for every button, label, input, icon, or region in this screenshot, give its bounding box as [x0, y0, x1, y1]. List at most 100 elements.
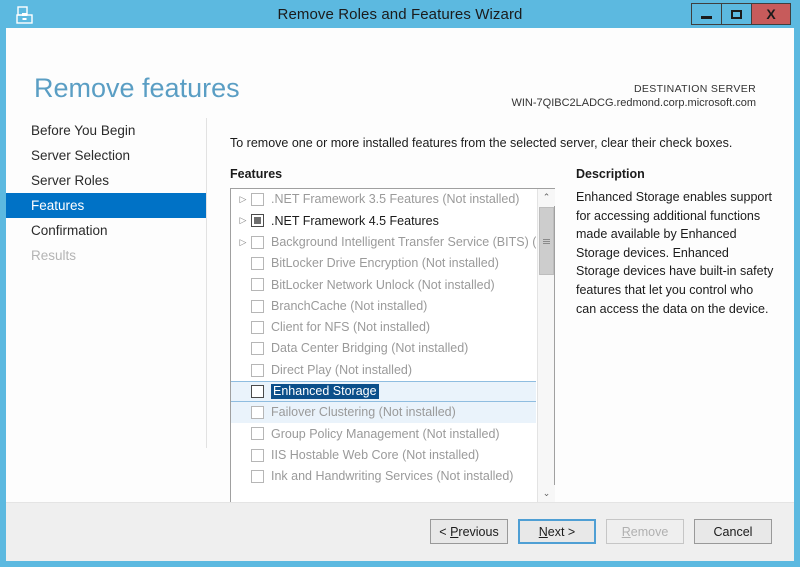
page-title: Remove features: [34, 73, 240, 103]
feature-row[interactable]: ▷ Ink and Handwriting Services (Not insta…: [231, 466, 536, 487]
previous-button[interactable]: < Previous: [430, 519, 508, 544]
feature-checkbox[interactable]: [251, 427, 264, 441]
next-button[interactable]: Next >: [518, 519, 596, 544]
feature-label: Failover Clustering (Not installed): [271, 405, 456, 420]
feature-checkbox[interactable]: [251, 342, 264, 356]
window-controls: X: [691, 3, 791, 25]
close-button[interactable]: X: [752, 4, 790, 24]
vertical-scroll-thumb[interactable]: [539, 207, 554, 275]
expander-spacer: ▷: [235, 451, 251, 460]
feature-label: Data Center Bridging (Not installed): [271, 341, 469, 356]
feature-label: IIS Hostable Web Core (Not installed): [271, 447, 480, 462]
server-manager-icon: [14, 4, 36, 26]
feature-label: .NET Framework 4.5 Features: [271, 213, 439, 228]
feature-label: BranchCache (Not installed): [271, 298, 428, 313]
expand-arrow-icon[interactable]: ▷: [235, 237, 251, 247]
feature-checkbox[interactable]: [251, 406, 264, 420]
sidebar-item-label: Results: [31, 248, 77, 263]
feature-label: Enhanced Storage: [271, 383, 379, 400]
feature-row[interactable]: ▷ Group Policy Management (Not installed): [231, 423, 536, 444]
description-label: Description: [576, 167, 645, 181]
page-header: Remove features DESTINATION SERVER WIN-7…: [6, 28, 794, 110]
wizard-footer: < Previous Next > Remove Cancel: [6, 502, 794, 561]
feature-checkbox[interactable]: [251, 448, 264, 462]
instruction-text: To remove one or more installed features…: [230, 136, 733, 150]
feature-row[interactable]: ▷ BitLocker Drive Encryption (Not install…: [231, 253, 536, 274]
scroll-down-arrow-icon[interactable]: ⌄: [538, 485, 555, 502]
feature-label: Direct Play (Not installed): [271, 362, 413, 377]
close-icon: X: [766, 6, 776, 22]
sidebar-item-confirmation[interactable]: Confirmation: [6, 218, 206, 243]
title-bar[interactable]: Remove Roles and Features Wizard X: [6, 0, 794, 28]
feature-checkbox[interactable]: [251, 363, 264, 377]
feature-checkbox[interactable]: [251, 384, 264, 398]
feature-checkbox[interactable]: [251, 257, 264, 271]
feature-checkbox[interactable]: [251, 214, 264, 228]
description-text: Enhanced Storage enables support for acc…: [576, 190, 774, 316]
feature-row[interactable]: ▷ Direct Play (Not installed): [231, 359, 536, 380]
feature-label: .NET Framework 3.5 Features (Not install…: [271, 192, 520, 207]
cancel-button[interactable]: Cancel: [694, 519, 772, 544]
sidebar-item-features[interactable]: Features: [6, 193, 206, 218]
sidebar-item-server-selection[interactable]: Server Selection: [6, 143, 206, 168]
expander-spacer: ▷: [235, 323, 251, 332]
maximize-button[interactable]: [722, 4, 752, 24]
feature-checkbox[interactable]: [251, 235, 264, 249]
footer-buttons: < Previous Next > Remove Cancel: [430, 519, 772, 544]
scroll-up-arrow-icon[interactable]: ⌃: [538, 189, 555, 206]
expander-spacer: ▷: [235, 344, 251, 353]
features-list-viewport: ▷ .NET Framework 3.5 Features (Not instal…: [231, 189, 536, 501]
cancel-button-label: Cancel: [713, 524, 753, 539]
sidebar-item-before-you-begin[interactable]: Before You Begin: [6, 118, 206, 143]
feature-label: Group Policy Management (Not installed): [271, 426, 500, 441]
destination-server-block: DESTINATION SERVER WIN-7QIBC2LADCG.redmo…: [511, 82, 756, 110]
sidebar-item-label: Server Selection: [31, 148, 131, 163]
features-vertical-scrollbar[interactable]: ⌃ ⌄: [537, 189, 555, 502]
wizard-navigation: Before You Begin Server Selection Server R…: [6, 118, 207, 448]
sidebar-item-label: Before You Begin: [31, 123, 136, 138]
previous-button-label: < Previous: [439, 524, 499, 539]
expand-arrow-icon[interactable]: ▷: [235, 195, 251, 204]
destination-server-label: DESTINATION SERVER: [633, 83, 756, 95]
feature-checkbox[interactable]: [251, 193, 264, 207]
scroll-grip-icon: [543, 238, 550, 244]
maximize-icon: [731, 9, 742, 19]
feature-label: BitLocker Network Unlock (Not installed): [271, 277, 495, 292]
sidebar-item-label: Server Roles: [31, 173, 110, 188]
feature-label: Background Intelligent Transfer Service …: [271, 234, 536, 249]
feature-row[interactable]: ▷ BranchCache (Not installed): [231, 295, 536, 316]
next-button-label: Next >: [538, 524, 576, 539]
sidebar-item-label: Confirmation: [31, 223, 108, 238]
expander-spacer: ▷: [235, 366, 251, 375]
feature-row[interactable]: ▷ Background Intelligent Transfer Service…: [231, 232, 536, 253]
expander-spacer: ▷: [235, 302, 251, 311]
minimize-button[interactable]: [692, 4, 722, 24]
window-title: Remove Roles and Features Wizard: [277, 5, 523, 23]
feature-row[interactable]: ▷ .NET Framework 3.5 Features (Not instal…: [231, 189, 536, 210]
feature-checkbox[interactable]: [251, 299, 264, 313]
expander-spacer: ▷: [235, 259, 251, 268]
feature-row[interactable]: ▷ Client for NFS (Not installed): [231, 317, 536, 338]
feature-row[interactable]: ▷ Enhanced Storage: [231, 380, 536, 402]
feature-row[interactable]: ▷ IIS Hostable Web Core (Not installed): [231, 445, 536, 466]
expand-arrow-icon[interactable]: ▷: [235, 216, 251, 225]
feature-label: Ink and Handwriting Services (Not instal…: [271, 469, 514, 484]
feature-row[interactable]: ▷ Data Center Bridging (Not installed): [231, 338, 536, 359]
feature-checkbox[interactable]: [251, 278, 264, 292]
feature-checkbox[interactable]: [251, 470, 264, 483]
feature-checkbox[interactable]: [251, 320, 264, 334]
feature-row[interactable]: ▷ .NET Framework 4.5 Features: [231, 210, 536, 231]
feature-label: BitLocker Drive Encryption (Not installe…: [271, 256, 499, 271]
main-content: To remove one or more installed features…: [206, 118, 794, 520]
remove-button: Remove: [606, 519, 684, 544]
sidebar-item-server-roles[interactable]: Server Roles: [6, 168, 206, 193]
body-row: Before You Begin Server Selection Server R…: [6, 118, 794, 520]
feature-row[interactable]: ▷ Failover Clustering (Not installed): [231, 401, 536, 424]
sidebar-item-results: Results: [6, 243, 206, 268]
minimize-icon: [701, 15, 712, 19]
features-listbox[interactable]: ▷ .NET Framework 3.5 Features (Not instal…: [230, 188, 555, 520]
feature-row[interactable]: ▷ BitLocker Network Unlock (Not installed…: [231, 274, 536, 295]
wizard-window: Remove Roles and Features Wizard X Remov…: [0, 0, 800, 567]
expander-spacer: ▷: [235, 472, 251, 481]
destination-server-name: WIN-7QIBC2LADCG.redmond.corp.microsoft.c…: [511, 97, 756, 109]
